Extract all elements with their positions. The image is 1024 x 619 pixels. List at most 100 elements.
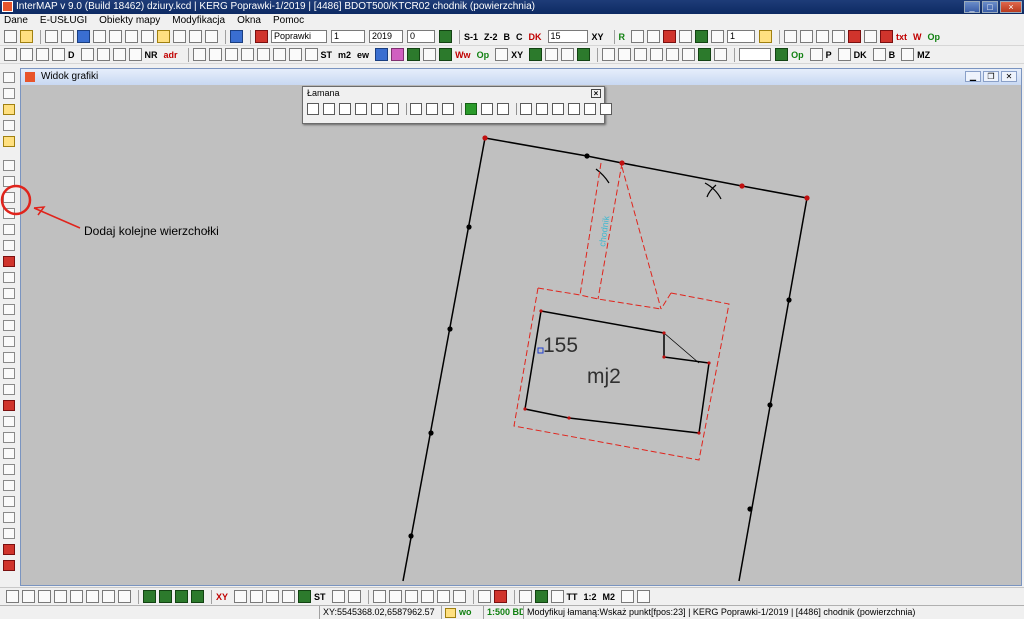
xy-button-2[interactable]: XY <box>511 50 523 60</box>
vertex-bottom-icon[interactable] <box>372 590 386 603</box>
document-blue-icon[interactable] <box>77 30 90 43</box>
print-icon[interactable] <box>93 30 106 43</box>
snap-icon[interactable] <box>650 48 664 61</box>
area-measure-icon[interactable] <box>621 590 635 603</box>
triangle-tool-icon[interactable] <box>568 103 580 115</box>
p-checkbox[interactable] <box>809 48 823 61</box>
xy-bottom-button[interactable]: XY <box>216 592 228 602</box>
perp-bottom-icon[interactable] <box>420 590 434 603</box>
circle-draw-icon[interactable] <box>266 590 280 603</box>
layer-input[interactable] <box>739 48 772 61</box>
page-icon[interactable] <box>192 48 206 61</box>
check-plus-icon[interactable] <box>775 48 789 61</box>
close-button[interactable]: × <box>1000 1 1022 13</box>
triangle-bottom-icon[interactable] <box>347 590 361 603</box>
map-icon[interactable] <box>439 48 453 61</box>
kerg-number-input[interactable]: 1 <box>331 30 365 43</box>
distance-bottom-icon[interactable] <box>388 590 402 603</box>
arrow-down-icon[interactable] <box>439 30 452 43</box>
layers-grid-icon[interactable] <box>561 48 575 61</box>
arc-draw-icon[interactable] <box>339 103 351 115</box>
group-tool-icon[interactable] <box>3 512 15 523</box>
table-icon[interactable] <box>864 30 878 43</box>
op-button[interactable]: Op <box>928 32 941 42</box>
zoom-frame-icon[interactable] <box>784 30 798 43</box>
polyline-tool-icon[interactable] <box>323 103 335 115</box>
undo-icon[interactable] <box>173 30 186 43</box>
pointer-icon[interactable] <box>3 72 15 83</box>
edit-line-icon[interactable] <box>96 48 110 61</box>
stop-icon[interactable] <box>493 590 507 603</box>
check-icon[interactable] <box>695 30 709 43</box>
copy-icon[interactable] <box>423 48 437 61</box>
map-canvas[interactable]: 155 mj2 chodnik <box>21 85 1021 585</box>
green-box-icon[interactable] <box>529 48 543 61</box>
ratio-button[interactable]: 1:2 <box>584 592 597 602</box>
ww-button[interactable]: Ww <box>455 50 471 60</box>
info-tool-icon[interactable] <box>3 88 15 99</box>
building-tool-icon[interactable] <box>3 432 15 443</box>
diamond-outline-icon[interactable] <box>387 103 399 115</box>
property-icon[interactable] <box>128 48 142 61</box>
maximize-button[interactable]: □ <box>982 1 998 13</box>
object-tool-icon[interactable] <box>3 136 15 147</box>
split-tool-icon[interactable] <box>3 272 15 283</box>
zoom-extents-icon[interactable] <box>70 590 83 603</box>
pan-back-icon[interactable] <box>86 590 99 603</box>
grid-icon[interactable] <box>679 30 693 43</box>
save-icon[interactable] <box>125 30 138 43</box>
area-tool-icon[interactable] <box>3 416 15 427</box>
box-icon[interactable] <box>224 48 238 61</box>
cut-tool-icon[interactable] <box>3 256 15 267</box>
fill-draw-icon[interactable] <box>298 590 312 603</box>
copy-shape-icon[interactable] <box>497 103 509 115</box>
circle-tool-icon[interactable] <box>442 103 454 115</box>
w-button[interactable]: W <box>913 32 922 42</box>
refresh-icon[interactable] <box>230 30 243 43</box>
eye-tool-icon[interactable] <box>584 103 596 115</box>
hatch-tool-icon[interactable] <box>3 104 15 115</box>
info-icon[interactable] <box>45 30 58 43</box>
measure-tool-icon[interactable] <box>3 336 15 347</box>
size-input[interactable]: 15 <box>547 30 588 43</box>
scatter-icon[interactable] <box>20 48 33 61</box>
link-icon[interactable] <box>682 48 696 61</box>
lines-icon[interactable] <box>272 48 286 61</box>
diamond-tool-icon[interactable] <box>371 103 383 115</box>
op-button-3[interactable]: Op <box>791 50 804 60</box>
select-icon[interactable] <box>631 30 645 43</box>
rotate-bottom-icon[interactable] <box>436 590 450 603</box>
paste-tool-icon[interactable] <box>3 496 15 507</box>
b-button[interactable]: B <box>504 32 511 42</box>
measure-icon[interactable] <box>832 30 846 43</box>
d-button[interactable]: D <box>68 50 75 60</box>
question-icon[interactable] <box>112 48 126 61</box>
refresh-map-icon[interactable] <box>545 48 559 61</box>
count-input[interactable]: 1 <box>727 30 756 43</box>
graphics-minimize-button[interactable]: ▁ <box>965 71 981 82</box>
arrow-bottom-icon[interactable] <box>452 590 466 603</box>
pan-right-icon[interactable] <box>191 590 204 603</box>
angle-bottom-icon[interactable] <box>331 590 345 603</box>
menu-dane[interactable]: Dane <box>4 14 28 28</box>
arrow-icon[interactable] <box>52 48 65 61</box>
dk-button[interactable]: DK <box>529 32 542 42</box>
cancel-icon[interactable] <box>848 30 862 43</box>
green-square-icon[interactable] <box>698 48 712 61</box>
rows-icon[interactable] <box>256 48 270 61</box>
menu-pomoc[interactable]: Pomoc <box>273 14 304 28</box>
dk-checkbox[interactable] <box>837 48 851 61</box>
dropdown-icon[interactable] <box>714 48 728 61</box>
st-bottom-button[interactable]: ST <box>314 592 326 602</box>
s1-button[interactable]: S-1 <box>464 32 478 42</box>
swap-tool-icon[interactable] <box>3 384 15 395</box>
palette-close-button[interactable]: × <box>591 89 601 98</box>
menu-okna[interactable]: Okna <box>237 14 261 28</box>
chart-icon[interactable] <box>208 48 222 61</box>
zoom-prev-icon[interactable] <box>816 30 830 43</box>
map-layers-icon[interactable] <box>550 590 564 603</box>
xy-button[interactable]: XY <box>592 32 604 42</box>
menu-obiekty-mapy[interactable]: Obiekty mapy <box>99 14 160 28</box>
delete-tool-icon[interactable] <box>3 400 15 411</box>
eraser-icon[interactable] <box>391 48 405 61</box>
